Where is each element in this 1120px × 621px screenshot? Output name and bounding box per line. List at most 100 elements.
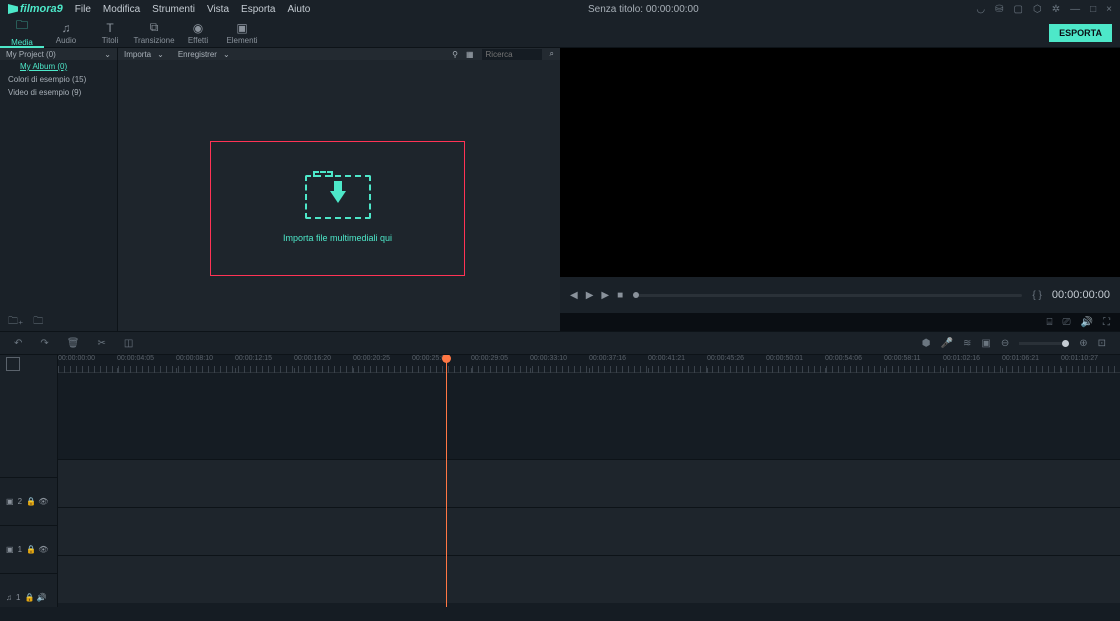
tab-titoli[interactable]: TTitoli <box>88 18 132 48</box>
minimize-icon[interactable]: — <box>1070 4 1080 15</box>
importa-dropdown[interactable]: Importa ⌄ <box>124 50 164 59</box>
volume-icon[interactable]: 🔊 <box>1081 317 1093 328</box>
zoom-fit-icon[interactable]: ⊡ <box>1098 338 1106 349</box>
import-dropzone[interactable]: Importa file multimediali qui <box>210 141 465 276</box>
tab-transizione[interactable]: ⧉Transizione <box>132 18 176 48</box>
user-icon[interactable]: ◡ <box>976 4 985 15</box>
menu-vista[interactable]: Vista <box>207 4 229 15</box>
menubar: filmora9 File Modifica Strumenti Vista E… <box>0 0 1120 18</box>
ruler-mark: 00:00:12:15 <box>235 355 272 362</box>
preview-progress[interactable] <box>633 294 1022 297</box>
delete-icon[interactable]: 🗑 <box>67 338 80 349</box>
preview-video[interactable] <box>560 48 1120 277</box>
ruler-mark: 00:00:20:25 <box>353 355 390 362</box>
track-v2[interactable] <box>58 459 1120 507</box>
filter-icon[interactable]: ⚲ <box>452 50 458 59</box>
camera-icon[interactable]: ⎚ <box>1063 317 1071 328</box>
track-header-a1[interactable]: ♫ 1 🔒 🔊 <box>0 573 57 621</box>
transition-icon: ⧉ <box>150 20 159 35</box>
track-header-v2[interactable]: ▣ 2 🔒 👁 <box>0 477 57 525</box>
screen-icon[interactable]: ⌸ <box>1047 317 1053 328</box>
app-logo: filmora9 <box>8 3 63 15</box>
ruler-mark: 00:00:54:06 <box>825 355 862 362</box>
stop-icon[interactable]: ■ <box>617 290 623 301</box>
zoom-in-icon[interactable]: ⊕ <box>1079 338 1087 349</box>
next-frame-icon[interactable]: ▶ <box>601 290 609 301</box>
new-folder-icon[interactable]: 🗀₊ <box>8 314 23 331</box>
mic-icon[interactable]: 🎤 <box>941 338 953 349</box>
tab-elementi[interactable]: ▣Elementi <box>220 18 264 48</box>
timeline-track-headers: ▣ 2 🔒 👁 ▣ 1 🔒 👁 ♫ 1 🔒 🔊 <box>0 355 58 607</box>
timeline: ▣ 2 🔒 👁 ▣ 1 🔒 👁 ♫ 1 🔒 🔊 00:00:00:0000:00… <box>0 355 1120 607</box>
cut-icon[interactable]: ✂ <box>97 338 105 349</box>
timeline-ruler[interactable]: 00:00:00:00 00:00:04:05 00:00:08:10 00:00:1… <box>58 355 1120 373</box>
menu-strumenti[interactable]: Strumenti <box>152 4 195 15</box>
tab-audio[interactable]: ♫Audio <box>44 18 88 48</box>
chevron-down-icon: ⌄ <box>104 50 111 59</box>
timeline-tracks[interactable]: 00:00:00:00 00:00:04:05 00:00:08:10 00:00:1… <box>58 355 1120 607</box>
media-panel: Importa ⌄ Enregistrer ⌄ ⚲ ▦ ⌕ Importa fi… <box>118 48 560 331</box>
search-input[interactable] <box>482 49 542 60</box>
cloud-icon[interactable]: ⬡ <box>1033 4 1042 15</box>
chat-icon[interactable]: ▢ <box>1014 4 1023 15</box>
crop-icon[interactable]: ◫ <box>124 338 133 349</box>
import-folder-icon <box>305 175 371 219</box>
ruler-mark: 00:00:45:26 <box>707 355 744 362</box>
prev-frame-icon[interactable]: ◀ <box>570 290 578 301</box>
sidebar-item-video[interactable]: Video di esempio (9) <box>0 86 117 99</box>
render-icon[interactable]: ▣ <box>981 338 990 349</box>
ruler-mark: 00:01:06:21 <box>1002 355 1039 362</box>
menu-file[interactable]: File <box>75 4 91 15</box>
ruler-mark: 00:01:02:16 <box>943 355 980 362</box>
folder-icon[interactable]: 🗀 <box>33 314 43 331</box>
mixer-icon[interactable]: ≋ <box>963 338 971 349</box>
tab-effetti[interactable]: ◉Effetti <box>176 18 220 48</box>
effects-icon: ◉ <box>193 21 203 35</box>
ruler-mark: 00:00:16:20 <box>294 355 331 362</box>
menu-aiuto[interactable]: Aiuto <box>288 4 311 15</box>
sidebar-header[interactable]: My Project (0)⌄ <box>0 48 117 60</box>
sidebar-item-colori[interactable]: Colori di esempio (15) <box>0 73 117 86</box>
zoom-slider[interactable] <box>1019 342 1069 345</box>
window-title: Senza titolo: 00:00:00:00 <box>588 4 699 15</box>
ruler-mark: 00:01:10:27 <box>1061 355 1098 362</box>
ruler-mark: 00:00:41:21 <box>648 355 685 362</box>
enregistrer-dropdown[interactable]: Enregistrer ⌄ <box>178 50 230 59</box>
marker-icon[interactable]: ⬢ <box>922 338 931 349</box>
track-header-v1[interactable]: ▣ 1 🔒 👁 <box>0 525 57 573</box>
tracks-icon[interactable] <box>6 357 20 371</box>
menu-modifica[interactable]: Modifica <box>103 4 140 15</box>
grid-icon[interactable]: ▦ <box>466 50 474 59</box>
undo-icon[interactable]: ↶ <box>14 338 22 349</box>
ruler-mark: 00:00:04:05 <box>117 355 154 362</box>
maximize-icon[interactable]: □ <box>1090 4 1096 15</box>
playhead[interactable] <box>446 355 447 607</box>
search-icon[interactable]: ⌕ <box>550 49 554 59</box>
import-text: Importa file multimediali qui <box>283 233 392 243</box>
track-v1[interactable] <box>58 507 1120 555</box>
sidebar-item-album[interactable]: My Album (0) <box>0 60 117 73</box>
ruler-mark: 00:00:08:10 <box>176 355 213 362</box>
fullscreen-icon[interactable]: ⛶ <box>1103 317 1110 328</box>
track-a1[interactable] <box>58 555 1120 603</box>
menu-esporta[interactable]: Esporta <box>241 4 275 15</box>
cart-icon[interactable]: ⛁ <box>995 4 1003 15</box>
preview-timecode: 00:00:00:00 <box>1052 289 1110 301</box>
chevron-down-icon: ⌄ <box>157 50 164 59</box>
ruler-mark: 00:00:58:11 <box>884 355 920 362</box>
ruler-mark: 00:00:00:00 <box>58 355 95 362</box>
zoom-out-icon[interactable]: ⊖ <box>1001 338 1009 349</box>
redo-icon[interactable]: ↷ <box>40 338 48 349</box>
play-icon[interactable]: ▶ <box>586 290 594 301</box>
elements-icon: ▣ <box>236 21 247 35</box>
ruler-mark: 00:00:29:05 <box>471 355 508 362</box>
chevron-down-icon: ⌄ <box>223 50 230 59</box>
export-button[interactable]: ESPORTA <box>1049 24 1112 42</box>
settings-icon[interactable]: ✲ <box>1052 4 1060 15</box>
close-icon[interactable]: × <box>1106 4 1112 15</box>
sidebar: My Project (0)⌄ My Album (0) Colori di e… <box>0 48 118 331</box>
brackets-icon[interactable]: { } <box>1032 290 1041 301</box>
tab-media[interactable]: 🗀Media <box>0 18 44 48</box>
ruler-mark: 00:00:50:01 <box>766 355 803 362</box>
music-icon: ♫ <box>62 21 71 35</box>
